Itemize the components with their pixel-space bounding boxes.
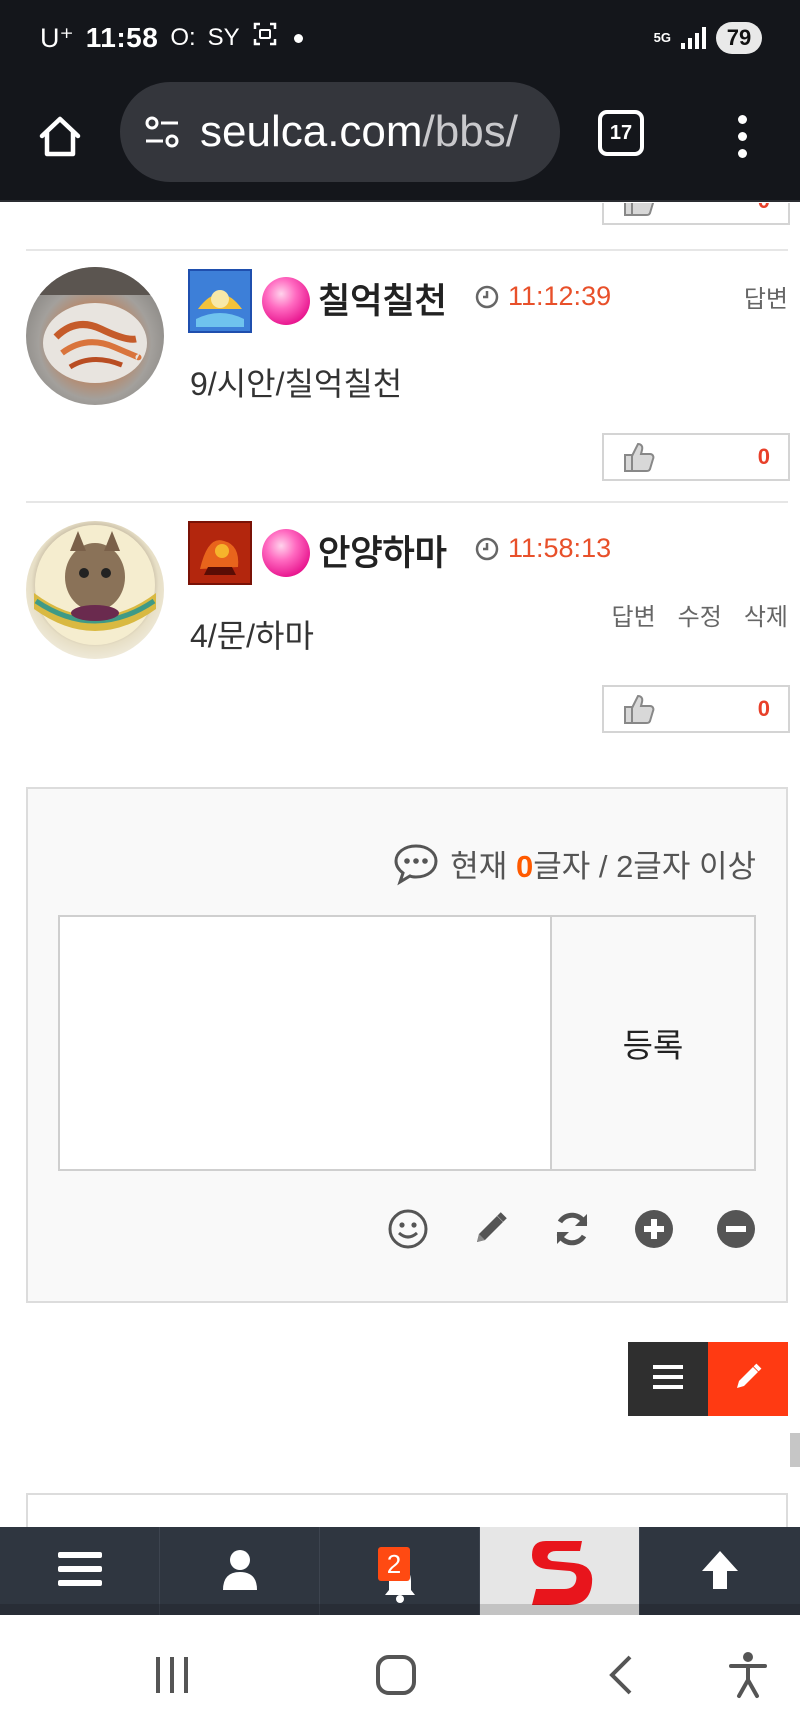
like-count: 0 [757, 696, 770, 721]
url-text[interactable]: seulca.com/bbs/ [200, 107, 518, 157]
pencil-icon [733, 1362, 763, 1397]
comment-bubble-icon [392, 842, 440, 886]
plus-circle-icon[interactable] [632, 1207, 676, 1251]
list-icon [653, 1364, 683, 1395]
char-counter-value: 0 [515, 849, 534, 884]
home-nav-icon[interactable] [366, 1645, 426, 1705]
tab-switcher-button[interactable]: 17 [598, 110, 644, 156]
like-count: 0 [757, 444, 770, 469]
refresh-icon[interactable] [550, 1207, 594, 1251]
form-toolbar [386, 1207, 758, 1251]
nav-menu-button[interactable] [0, 1527, 160, 1615]
seulca-logo [520, 1529, 600, 1614]
list-icon [57, 1550, 102, 1593]
edit-button[interactable]: 수정 [678, 597, 722, 632]
network-5g-icon: 5G [653, 30, 671, 45]
submit-button[interactable]: 등록 [550, 915, 756, 1171]
screenshot-icon [252, 21, 278, 55]
clock-icon [474, 536, 500, 562]
accessibility-icon[interactable] [718, 1645, 778, 1705]
browser-toolbar: seulca.com/bbs/ 17 [0, 76, 800, 202]
like-button[interactable]: 0 [602, 433, 790, 481]
char-counter-text: 현재 0글자 / 2글자 이상 [450, 841, 756, 886]
reply-button[interactable]: 답변 [744, 279, 788, 314]
pencil-icon[interactable] [468, 1207, 512, 1251]
status-bar: U⁺ 11:58 O: SY 5G 79 [0, 0, 800, 76]
page-content: 0 칠억칠천 [0, 203, 800, 1527]
member-badge-icon [262, 277, 310, 325]
back-icon[interactable] [592, 1645, 652, 1705]
thumbs-up-icon [622, 441, 658, 473]
nav-top-button[interactable] [640, 1527, 800, 1615]
comment-time: 11:12:39 [474, 281, 611, 312]
nav-notification-button[interactable]: 2 [320, 1527, 480, 1615]
like-count: 0 [758, 203, 770, 214]
site-bottom-nav: 2 [0, 1527, 800, 1615]
notification-badge: 2 [378, 1547, 410, 1581]
site-settings-icon[interactable] [140, 110, 184, 154]
next-section-box [26, 1493, 788, 1527]
arrow-up-icon [698, 1547, 742, 1596]
minus-circle-icon[interactable] [714, 1207, 758, 1251]
url-host: seulca.com [200, 107, 423, 156]
comment-time: 11:58:13 [474, 533, 611, 564]
write-button[interactable] [708, 1342, 788, 1416]
char-counter: 현재 0글자 / 2글자 이상 [392, 841, 756, 886]
nav-shadow [0, 1604, 800, 1615]
status-indicator-2: SY [207, 24, 240, 51]
carrier-label: U⁺ [40, 22, 74, 53]
notification-dot-icon [293, 33, 303, 43]
url-path: /bbs/ [422, 107, 518, 156]
system-navigation-bar [0, 1615, 800, 1734]
member-badge-icon [262, 529, 310, 577]
recent-apps-icon[interactable] [142, 1645, 202, 1705]
level-icon [188, 269, 252, 333]
char-counter-suffix: 글자 / 2글자 이상 [533, 849, 756, 884]
avatar[interactable] [26, 267, 164, 405]
comment-textarea[interactable] [58, 915, 552, 1171]
status-indicator-1: O: [170, 24, 196, 51]
status-left: U⁺ 11:58 O: SY [40, 18, 303, 58]
user-icon [221, 1548, 259, 1595]
comment-actions: 답변 수정 삭제 [611, 597, 788, 632]
comment-item: 칠억칠천 11:12:39 답변 9/시안/칠억칠천 [0, 251, 800, 451]
reply-button[interactable]: 답변 [611, 597, 655, 632]
nav-user-button[interactable] [160, 1527, 320, 1615]
avatar[interactable] [26, 521, 164, 659]
status-time: 11:58 [85, 22, 159, 53]
scrollbar-thumb[interactable] [790, 1433, 800, 1467]
comment-nickname[interactable]: 칠억칠천 [318, 273, 447, 324]
thumbs-up-icon [622, 693, 658, 725]
comment-body: 9/시안/칠억칠천 [190, 366, 403, 402]
like-button[interactable]: 0 [602, 203, 790, 225]
comment-actions: 답변 [744, 279, 788, 314]
address-bar[interactable]: seulca.com/bbs/ [120, 82, 560, 182]
comment-nickname[interactable]: 안양하마 [318, 525, 447, 576]
more-vert-icon[interactable] [722, 106, 762, 166]
comment-time-text: 11:12:39 [508, 281, 612, 311]
delete-button[interactable]: 삭제 [744, 597, 788, 632]
thumbs-up-icon [622, 203, 658, 217]
level-icon [188, 521, 252, 585]
signal-icon [681, 27, 706, 49]
list-button[interactable] [628, 1342, 708, 1416]
clock-icon [474, 284, 500, 310]
char-counter-prefix: 현재 [450, 849, 516, 884]
comment-body: 4/문/하마 [190, 618, 314, 654]
smiley-icon[interactable] [386, 1207, 430, 1251]
status-right: 5G 79 [654, 20, 762, 56]
comment-form: 현재 0글자 / 2글자 이상 등록 [26, 787, 788, 1303]
comment-time-text: 11:58:13 [508, 533, 612, 563]
home-icon[interactable] [30, 106, 90, 166]
like-button[interactable]: 0 [602, 685, 790, 733]
battery-indicator: 79 [716, 22, 762, 54]
nav-home-logo[interactable] [480, 1527, 640, 1615]
